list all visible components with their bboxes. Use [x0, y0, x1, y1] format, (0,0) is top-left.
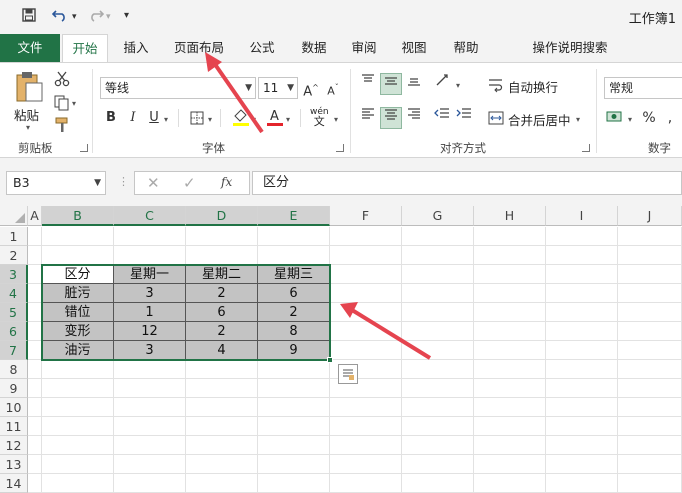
arrow-to-selected-table [340, 302, 432, 360]
arrow-to-page-layout-tab [205, 52, 264, 134]
annotation-arrows [205, 52, 432, 360]
